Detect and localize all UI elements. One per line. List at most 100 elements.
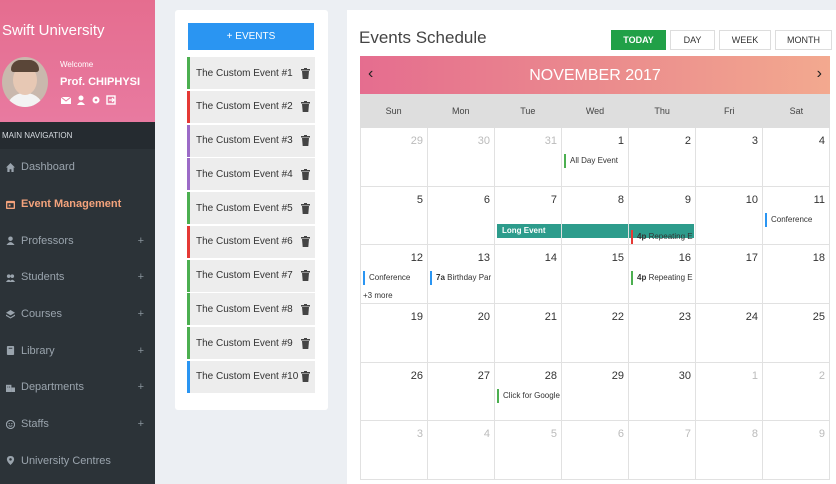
draggable-event[interactable]: The Custom Event #3 [187, 124, 315, 157]
day-number[interactable]: 14 [545, 252, 557, 264]
day-cell[interactable]: 9 [763, 421, 830, 480]
day-cell[interactable]: 16 4p Repeating E [629, 245, 696, 304]
day-number[interactable]: 28 [545, 370, 557, 382]
add-events-button[interactable]: + EVENTS [188, 23, 314, 50]
trash-icon[interactable] [301, 371, 310, 383]
expand-icon[interactable]: + [138, 271, 144, 283]
day-cell[interactable]: 26 [360, 362, 428, 421]
trash-icon[interactable] [301, 337, 310, 349]
day-number[interactable]: 18 [813, 252, 825, 264]
sidebar-item-departments[interactable]: Departments + [0, 369, 155, 406]
day-cell[interactable]: 18 [763, 245, 830, 304]
day-number[interactable]: 1 [752, 370, 758, 382]
trash-icon[interactable] [301, 270, 310, 281]
day-number[interactable]: 23 [679, 311, 691, 323]
day-cell[interactable]: 3 [696, 128, 763, 186]
expand-icon[interactable]: + [138, 381, 144, 393]
trash-icon[interactable] [301, 236, 310, 248]
event-all-day[interactable]: All Day Event [564, 154, 626, 168]
expand-icon[interactable]: + [138, 345, 144, 357]
day-number[interactable]: 8 [752, 428, 758, 440]
event-birthday[interactable]: 7a Birthday Par [430, 271, 492, 286]
day-cell[interactable]: 8 [562, 186, 629, 245]
day-number[interactable]: 10 [746, 194, 758, 206]
day-cell[interactable]: 28 Click for Google [495, 362, 562, 421]
day-number[interactable]: 4 [484, 428, 490, 440]
day-number[interactable]: 9 [819, 428, 825, 440]
day-number[interactable]: 5 [417, 194, 423, 206]
sidebar-item-university-centres[interactable]: University Centres [0, 443, 155, 480]
day-cell[interactable]: 6 [428, 186, 495, 245]
trash-icon[interactable] [301, 101, 310, 113]
day-cell[interactable]: 29 [562, 362, 629, 421]
day-number[interactable]: 3 [752, 135, 758, 147]
day-cell[interactable]: 31 [495, 128, 562, 186]
day-number[interactable]: 2 [685, 135, 691, 147]
day-cell[interactable]: 5 [360, 186, 428, 245]
day-number[interactable]: 16 [679, 252, 691, 264]
day-number[interactable]: 15 [612, 252, 624, 264]
day-number[interactable]: 30 [478, 135, 490, 147]
draggable-event[interactable]: The Custom Event #5 [187, 192, 315, 224]
event-google-link[interactable]: Click for Google [497, 388, 561, 403]
day-cell[interactable]: 20 [428, 304, 495, 362]
day-cell[interactable]: 6 [562, 421, 629, 480]
draggable-event[interactable]: The Custom Event #1 [187, 57, 315, 89]
day-cell[interactable]: 7 [495, 186, 562, 245]
day-number[interactable]: 29 [411, 135, 423, 147]
day-number[interactable]: 27 [478, 370, 490, 382]
day-number[interactable]: 13 [478, 252, 490, 264]
day-number[interactable]: 1 [618, 135, 624, 147]
day-number[interactable]: 12 [411, 252, 423, 264]
day-cell[interactable]: 29 [360, 128, 428, 186]
more-events-link[interactable]: +3 more [363, 291, 393, 300]
day-cell[interactable]: 30 [428, 128, 495, 186]
day-cell[interactable]: 3 [360, 421, 428, 480]
trash-icon[interactable] [301, 202, 310, 214]
trash-icon[interactable] [301, 168, 310, 180]
draggable-event[interactable]: The Custom Event #10 [187, 360, 315, 393]
day-number[interactable]: 29 [612, 370, 624, 382]
day-number[interactable]: 30 [679, 370, 691, 382]
draggable-event[interactable]: The Custom Event #8 [187, 293, 315, 326]
day-number[interactable]: 6 [484, 194, 490, 206]
sidebar-item-dashboard[interactable]: Dashboard [0, 149, 155, 186]
day-cell[interactable]: 24 [696, 304, 763, 362]
day-number[interactable]: 9 [685, 194, 691, 206]
sidebar-item-library[interactable]: Library + [0, 332, 155, 369]
day-cell[interactable]: 4 [763, 128, 830, 186]
day-cell[interactable]: 1 All Day Event [562, 128, 629, 186]
day-cell[interactable]: 13 7a Birthday Par [428, 245, 495, 304]
day-cell[interactable]: 25 [763, 304, 830, 362]
today-button[interactable]: TODAY [611, 30, 666, 50]
day-cell[interactable]: 8 [696, 421, 763, 480]
day-cell[interactable]: 9 4p Repeating E [629, 186, 696, 245]
draggable-event[interactable]: The Custom Event #4 [187, 158, 315, 191]
trash-icon[interactable] [301, 303, 310, 315]
event-conference[interactable]: Conference [363, 271, 425, 286]
day-number[interactable]: 7 [551, 194, 557, 206]
day-cell[interactable]: 27 [428, 362, 495, 421]
trash-icon[interactable] [301, 67, 310, 79]
expand-icon[interactable]: + [138, 235, 144, 247]
avatar[interactable] [2, 57, 48, 107]
day-number[interactable]: 5 [551, 428, 557, 440]
day-number[interactable]: 17 [746, 252, 758, 264]
draggable-event[interactable]: The Custom Event #7 [187, 259, 315, 292]
event-repeating[interactable]: 4p Repeating E [631, 229, 693, 244]
day-cell[interactable]: 22 [562, 304, 629, 362]
day-cell[interactable]: 23 [629, 304, 696, 362]
day-number[interactable]: 21 [545, 311, 557, 323]
day-cell[interactable]: 11 Conference [763, 186, 830, 245]
trash-icon[interactable] [301, 135, 310, 146]
week-view-button[interactable]: WEEK [719, 30, 771, 50]
draggable-event[interactable]: The Custom Event #6 [187, 225, 315, 258]
month-view-button[interactable]: MONTH [775, 30, 832, 50]
next-month-button[interactable]: › [817, 65, 822, 83]
day-number[interactable]: 26 [411, 370, 423, 382]
logout-icon[interactable] [106, 95, 116, 105]
user-icon[interactable] [76, 95, 86, 105]
event-conference[interactable]: Conference [765, 212, 827, 227]
day-cell[interactable]: 15 [562, 245, 629, 304]
mail-icon[interactable] [61, 95, 71, 105]
